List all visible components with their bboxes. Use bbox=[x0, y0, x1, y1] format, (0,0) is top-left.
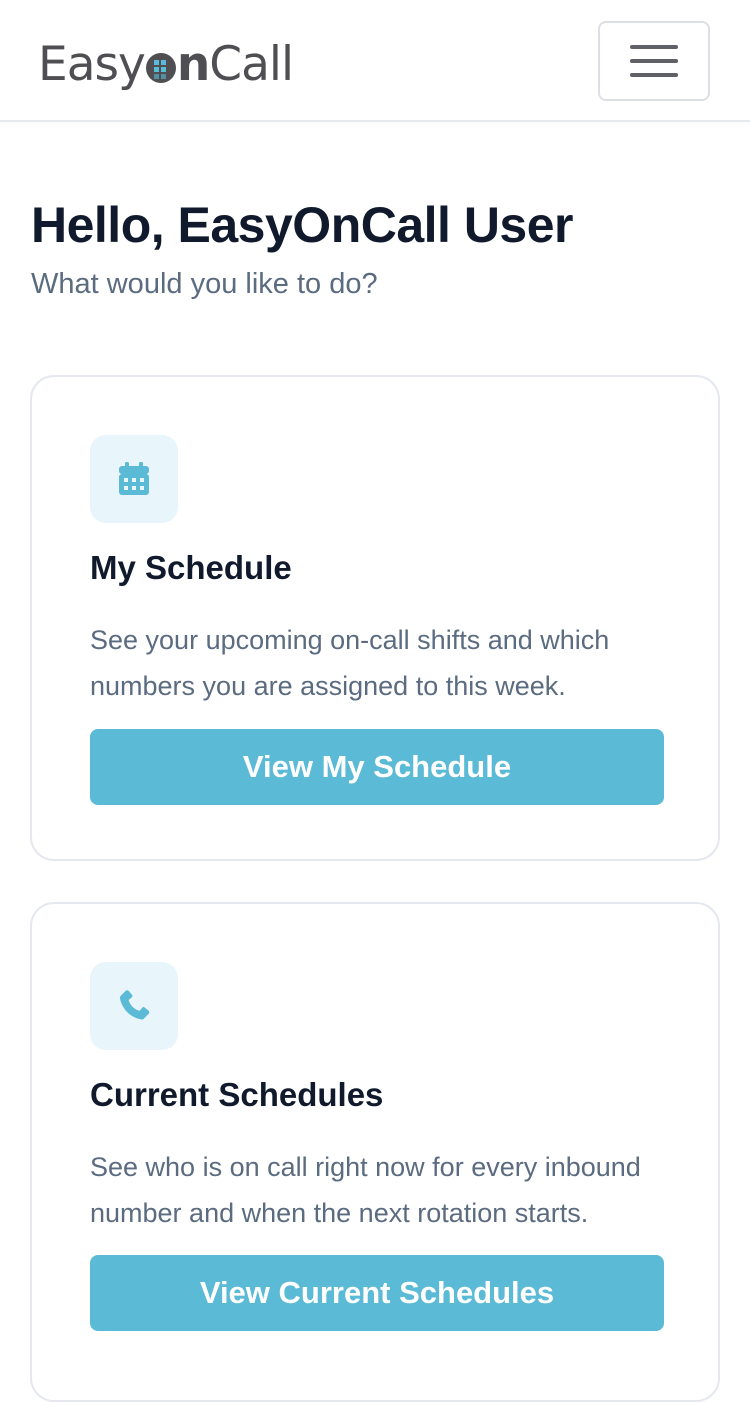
card-description: See your upcoming on-call shifts and whi… bbox=[90, 625, 610, 701]
card-title: My Schedule bbox=[90, 549, 292, 586]
page-title: Hello, EasyOnCall User bbox=[31, 197, 574, 253]
card-description: See who is on call right now for every i… bbox=[90, 1152, 641, 1228]
phone-icon bbox=[119, 990, 150, 1020]
calendar-icon bbox=[119, 462, 149, 495]
hamburger-line bbox=[630, 73, 678, 77]
hamburger-line bbox=[630, 59, 678, 63]
easyoncall-logo[interactable]: Easy n Call bbox=[38, 36, 294, 92]
hamburger-menu-icon bbox=[630, 45, 678, 49]
menu-toggle-button[interactable] bbox=[598, 21, 710, 101]
logo-o-mark-icon bbox=[145, 53, 176, 83]
current-schedules-card: Current Schedules See who is on call rig… bbox=[30, 902, 720, 1402]
phone-icon-wrapper bbox=[90, 962, 178, 1050]
app-header: Easy n Call bbox=[0, 0, 750, 122]
calendar-icon-wrapper bbox=[90, 435, 178, 523]
my-schedule-card: My Schedule See your upcoming on-call sh… bbox=[30, 375, 720, 861]
logo-text-prefix: Easy bbox=[38, 36, 146, 92]
logo-text-suffix: Call bbox=[209, 36, 294, 92]
card-title: Current Schedules bbox=[90, 1076, 384, 1113]
logo-text-n: n bbox=[176, 36, 210, 92]
view-my-schedule-button[interactable]: View My Schedule bbox=[90, 729, 664, 805]
page-subtitle: What would you like to do? bbox=[31, 268, 378, 300]
view-current-schedules-button[interactable]: View Current Schedules bbox=[90, 1255, 664, 1331]
